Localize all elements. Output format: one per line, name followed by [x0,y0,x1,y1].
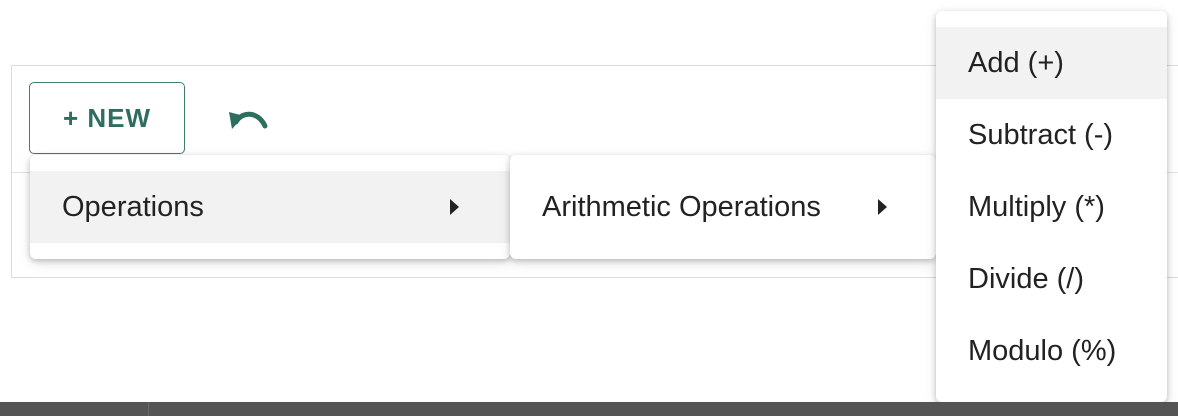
new-button[interactable]: + NEW [29,82,185,154]
menu-item-operations[interactable]: Operations [30,171,510,243]
menu-item-multiply[interactable]: Multiply (*) [936,171,1167,243]
menu-item-divide[interactable]: Divide (/) [936,243,1167,315]
bottom-bar [0,402,1178,416]
operations-submenu: Arithmetic Operations [510,155,936,259]
menu-item-modulo[interactable]: Modulo (%) [936,315,1167,387]
menu-item-add[interactable]: Add (+) [936,27,1167,99]
menu-item-label: Arithmetic Operations [542,190,821,223]
caret-right-icon [878,199,887,215]
bottom-bar-divider [148,402,149,416]
operations-menu: Operations [30,155,510,259]
menu-item-label: Multiply (*) [968,190,1105,223]
arithmetic-submenu: Add (+) Subtract (-) Multiply (*) Divide… [936,11,1167,402]
menu-item-label: Modulo (%) [968,334,1117,367]
caret-right-icon [450,199,459,215]
menu-item-label: Add (+) [968,46,1064,79]
menu-item-label: Operations [62,190,204,223]
undo-button[interactable] [222,100,274,140]
menu-item-label: Subtract (-) [968,118,1114,151]
menu-item-arithmetic-operations[interactable]: Arithmetic Operations [510,171,936,243]
undo-icon [229,111,268,129]
menu-item-label: Divide (/) [968,262,1085,295]
app-stage: + NEW Operations Arithmetic Operations A… [0,0,1178,416]
menu-item-subtract[interactable]: Subtract (-) [936,99,1167,171]
